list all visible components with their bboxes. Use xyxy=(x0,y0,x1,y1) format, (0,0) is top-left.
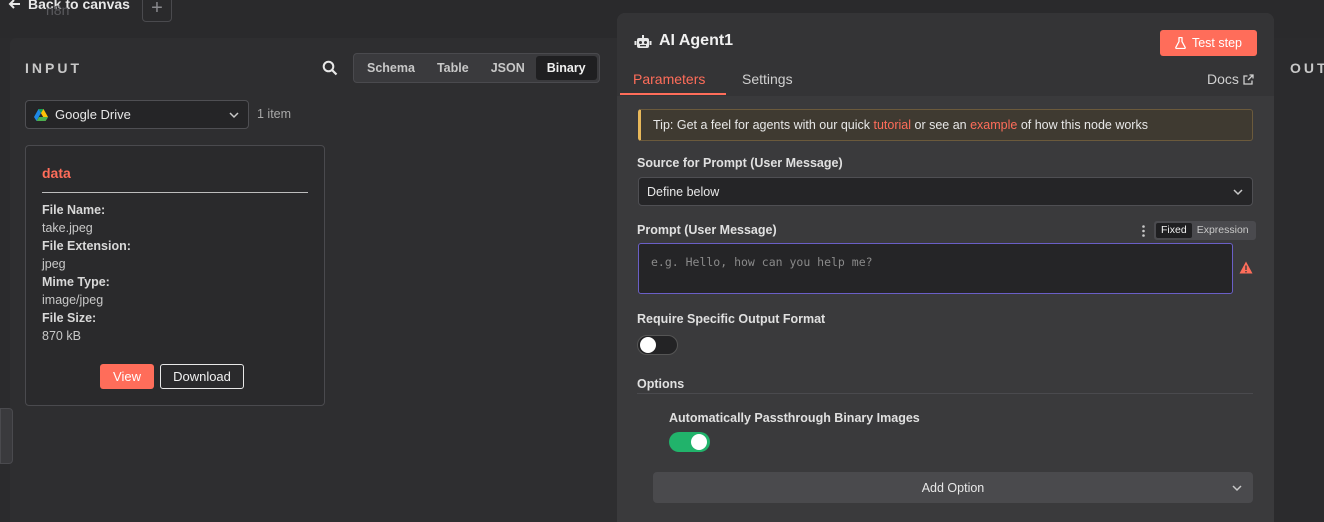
add-option-button[interactable]: Add Option xyxy=(653,472,1253,503)
add-node-button[interactable]: + xyxy=(142,0,172,22)
toggle-knob xyxy=(691,434,707,450)
input-source-select[interactable]: Google Drive xyxy=(25,100,249,129)
mode-fixed[interactable]: Fixed xyxy=(1156,223,1192,238)
view-button[interactable]: View xyxy=(100,364,154,389)
binary-property-name: data xyxy=(42,165,71,181)
warning-icon xyxy=(1239,261,1253,274)
tab-parameters[interactable]: Parameters xyxy=(633,71,705,87)
file-extension-value: jpeg xyxy=(42,257,66,271)
tutorial-link[interactable]: tutorial xyxy=(873,118,911,132)
test-step-label: Test step xyxy=(1191,36,1243,50)
docs-link[interactable]: Docs xyxy=(1207,71,1254,87)
tab-table[interactable]: Table xyxy=(426,56,480,80)
prompt-source-label: Source for Prompt (User Message) xyxy=(637,156,843,170)
prompt-source-select[interactable]: Define below xyxy=(638,177,1253,206)
card-divider xyxy=(42,192,308,193)
tab-schema[interactable]: Schema xyxy=(356,56,426,80)
item-count: 1 item xyxy=(257,107,292,121)
search-icon[interactable] xyxy=(322,60,338,76)
view-mode-tabs: Schema Table JSON Binary xyxy=(353,53,600,83)
file-extension-label: File Extension: xyxy=(42,239,131,253)
file-size-label: File Size: xyxy=(42,311,97,325)
more-options-icon[interactable] xyxy=(1142,225,1145,237)
node-header: AI Agent1 Test step Parameters Settings … xyxy=(617,13,1274,96)
tip-callout: Tip: Get a feel for agents with our quic… xyxy=(638,109,1253,141)
external-link-icon xyxy=(1243,73,1254,85)
add-option-label: Add Option xyxy=(921,480,985,495)
tip-text-prefix: Tip: Get a feel for agents with our quic… xyxy=(653,118,874,132)
require-output-format-label: Require Specific Output Format xyxy=(637,312,826,326)
prompt-label: Prompt (User Message) xyxy=(637,223,777,237)
tip-text-middle: or see an xyxy=(911,118,971,132)
back-to-canvas-label: Back to canvas xyxy=(28,0,130,12)
chevron-down-icon xyxy=(229,111,239,118)
binary-file-card: data File Name: take.jpeg File Extension… xyxy=(25,145,325,406)
file-name-value: take.jpeg xyxy=(42,221,93,235)
panel-drag-handle[interactable] xyxy=(0,408,13,464)
example-link[interactable]: example xyxy=(970,118,1017,132)
node-settings-panel: AI Agent1 Test step Parameters Settings … xyxy=(617,13,1274,522)
flask-icon xyxy=(1175,37,1186,49)
file-name-label: File Name: xyxy=(42,203,106,217)
input-source-value: Google Drive xyxy=(55,107,131,122)
arrow-left-icon xyxy=(8,0,20,9)
output-panel-title: OUT xyxy=(1290,60,1324,76)
options-heading: Options xyxy=(637,377,685,391)
download-button[interactable]: Download xyxy=(160,364,244,389)
chevron-down-icon xyxy=(1232,484,1242,491)
tab-json[interactable]: JSON xyxy=(480,56,536,80)
prompt-source-value: Define below xyxy=(647,184,720,199)
mode-expression[interactable]: Expression xyxy=(1192,223,1254,238)
google-drive-icon xyxy=(34,108,48,121)
mime-type-value: image/jpeg xyxy=(42,293,104,307)
input-panel-title: INPUT xyxy=(25,60,82,76)
tab-settings[interactable]: Settings xyxy=(742,71,793,87)
options-divider xyxy=(637,393,1253,394)
active-tab-indicator xyxy=(620,93,726,95)
toggle-knob xyxy=(640,337,656,353)
prompt-input[interactable] xyxy=(638,243,1233,294)
fixed-expression-toggle: Fixed Expression xyxy=(1154,221,1256,240)
require-output-format-toggle[interactable] xyxy=(637,335,678,355)
input-panel: INPUT Schema Table JSON Binary Google Dr… xyxy=(10,38,620,522)
robot-icon xyxy=(634,35,652,48)
passthrough-binary-toggle[interactable] xyxy=(669,432,710,452)
tip-text-suffix: of how this node works xyxy=(1017,118,1148,132)
test-step-button[interactable]: Test step xyxy=(1160,30,1257,56)
workflow-title: n8n xyxy=(46,2,70,18)
tab-binary[interactable]: Binary xyxy=(535,56,597,80)
chevron-down-icon xyxy=(1233,188,1243,195)
node-title: AI Agent1 xyxy=(659,32,734,49)
mime-type-label: Mime Type: xyxy=(42,275,110,289)
passthrough-binary-label: Automatically Passthrough Binary Images xyxy=(669,411,920,425)
docs-label: Docs xyxy=(1207,71,1239,87)
file-size-value: 870 kB xyxy=(42,329,81,343)
